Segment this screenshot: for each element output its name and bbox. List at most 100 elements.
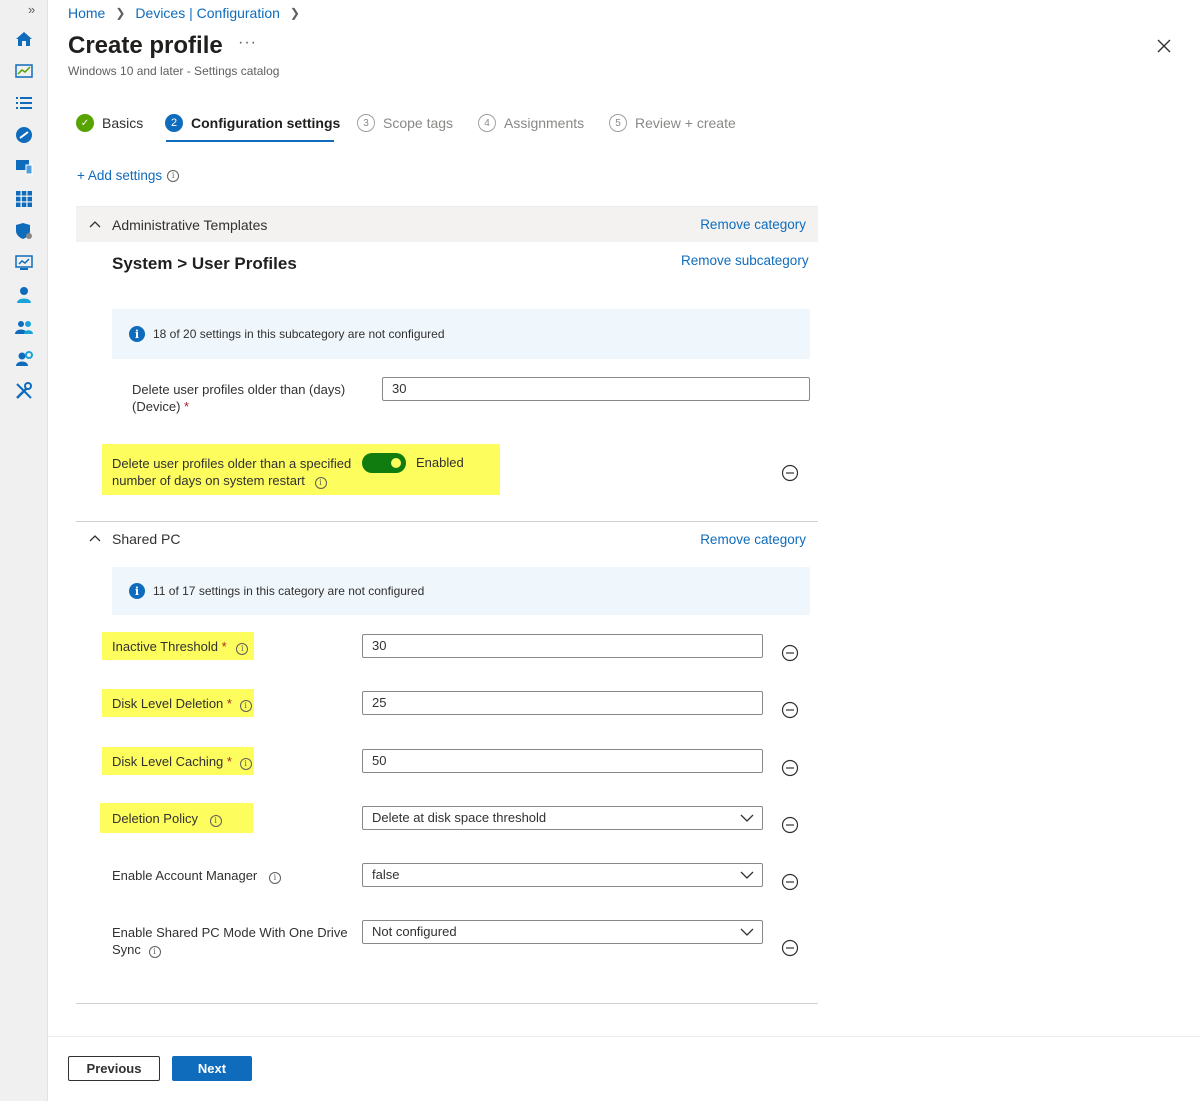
info-icon[interactable]: i (239, 757, 252, 770)
label-line: Delete user profiles older than (days) (132, 382, 346, 397)
remove-setting-icon[interactable] (781, 464, 799, 482)
required-marker: * (226, 696, 232, 711)
info-icon[interactable]: i (268, 871, 281, 884)
info-icon[interactable]: i (314, 476, 327, 489)
inactive-threshold-input[interactable]: 30 (362, 634, 763, 658)
apps-icon[interactable] (14, 157, 34, 177)
setting-label-delete-on-restart: Delete user profiles older than a specif… (112, 455, 351, 489)
label-text: Deletion Policy (112, 811, 198, 826)
shared-pc-onedrive-sync-dropdown[interactable]: Not configured (362, 920, 763, 944)
label-line: Sync (112, 942, 141, 957)
all-services-icon[interactable] (14, 93, 34, 113)
disk-level-deletion-input[interactable]: 25 (362, 691, 763, 715)
breadcrumb-chevron-icon: ❯ (289, 6, 300, 20)
delete-older-than-input[interactable]: 30 (382, 377, 810, 401)
subcategory-child: User Profiles (191, 254, 297, 273)
active-step-underline (166, 140, 334, 142)
category-header-shared-pc[interactable]: Shared PC Remove category (76, 521, 818, 557)
disk-level-caching-input[interactable]: 50 (362, 749, 763, 773)
breadcrumb-devices-configuration[interactable]: Devices | Configuration (135, 5, 279, 21)
toggle-state-label: Enabled (416, 455, 464, 470)
subcategory-parent: System (112, 254, 173, 273)
chevron-up-icon[interactable] (88, 531, 102, 545)
setting-label-delete-older-than: Delete user profiles older than (days) (… (132, 381, 345, 415)
step-basics[interactable]: ✓ Basics (76, 114, 143, 132)
subcategory-separator: > (177, 254, 188, 273)
category-header-administrative-templates[interactable]: Administrative Templates Remove category (76, 206, 818, 242)
setting-label-disk-level-deletion: Disk Level Deletion * i (112, 695, 252, 712)
dropdown-value: Not configured (372, 924, 457, 939)
step-number: 5 (609, 114, 627, 132)
home-icon[interactable] (14, 29, 34, 49)
step-review-create[interactable]: 5 Review + create (609, 114, 736, 132)
label-line: Delete user profiles older than a specif… (112, 456, 352, 471)
step-label: Assignments (504, 115, 585, 131)
remove-category-link[interactable]: Remove category (700, 532, 806, 547)
step-number: 2 (165, 114, 183, 132)
remove-setting-icon[interactable] (781, 816, 799, 834)
required-marker: * (184, 399, 190, 414)
setting-label-disk-level-caching: Disk Level Caching * i (112, 753, 252, 770)
expand-nav-icon[interactable]: » (28, 2, 35, 17)
more-options-icon[interactable]: ··· (238, 34, 257, 52)
checkmark-icon: ✓ (76, 114, 94, 132)
info-banner-text: 18 of 20 settings in this subcategory ar… (153, 327, 445, 341)
groups-icon[interactable] (14, 317, 34, 337)
reports-icon[interactable] (14, 253, 34, 273)
left-nav-rail: » (0, 0, 48, 1101)
label-text: Enable Account Manager (112, 868, 258, 883)
setting-label-inactive-threshold: Inactive Threshold * i (112, 638, 249, 655)
next-button[interactable]: Next (172, 1056, 252, 1081)
step-label: Scope tags (383, 115, 454, 131)
step-label: Configuration settings (191, 115, 341, 131)
remove-setting-icon[interactable] (781, 644, 799, 662)
required-marker: * (226, 754, 232, 769)
info-icon: i (129, 326, 145, 342)
toggle-knob (391, 458, 401, 468)
dropdown-value: Delete at disk space threshold (372, 810, 547, 825)
chevron-up-icon[interactable] (88, 217, 102, 231)
remove-setting-icon[interactable] (781, 939, 799, 957)
subcategory-title: System > User Profiles (112, 254, 297, 274)
users-icon[interactable] (14, 285, 34, 305)
enable-account-manager-dropdown[interactable]: false (362, 863, 763, 887)
endpoint-security-icon[interactable] (14, 221, 34, 241)
footer-divider (48, 1036, 1200, 1037)
remove-subcategory-link[interactable]: Remove subcategory (681, 253, 809, 268)
step-assignments[interactable]: 4 Assignments (478, 114, 584, 132)
remove-category-link[interactable]: Remove category (700, 217, 806, 232)
label-line: Enable Shared PC Mode With One Drive (112, 925, 348, 940)
info-banner: i 18 of 20 settings in this subcategory … (112, 309, 810, 359)
info-icon[interactable]: i (148, 945, 161, 958)
info-icon[interactable]: i (239, 699, 252, 712)
add-settings-link[interactable]: + Add settings i (77, 168, 180, 183)
add-settings-label: + Add settings (77, 168, 163, 183)
close-icon[interactable] (1154, 36, 1174, 56)
info-icon[interactable]: i (236, 642, 249, 655)
step-label: Basics (102, 115, 144, 131)
setting-label-shared-pc-onedrive-sync: Enable Shared PC Mode With One Drive Syn… (112, 924, 348, 958)
grid-icon[interactable] (14, 189, 34, 209)
devices-icon[interactable] (14, 125, 34, 145)
delete-on-restart-toggle[interactable] (362, 453, 406, 473)
step-scope-tags[interactable]: 3 Scope tags (357, 114, 453, 132)
category-name: Administrative Templates (112, 216, 268, 233)
info-icon[interactable]: i (209, 814, 222, 827)
previous-button[interactable]: Previous (68, 1056, 160, 1081)
info-icon[interactable]: i (167, 169, 180, 182)
label-text: Inactive Threshold (112, 639, 218, 654)
label-line: number of days on system restart (112, 473, 305, 488)
step-configuration-settings[interactable]: 2 Configuration settings (165, 114, 340, 132)
dashboard-icon[interactable] (14, 61, 34, 81)
remove-setting-icon[interactable] (781, 759, 799, 777)
breadcrumb-home[interactable]: Home (68, 5, 105, 21)
deletion-policy-dropdown[interactable]: Delete at disk space threshold (362, 806, 763, 830)
troubleshooting-icon[interactable] (14, 381, 34, 401)
category-name: Shared PC (112, 531, 181, 547)
info-banner: i 11 of 17 settings in this category are… (112, 567, 810, 615)
label-text: Disk Level Caching (112, 754, 224, 769)
category-divider (76, 1003, 818, 1004)
tenant-admin-icon[interactable] (14, 349, 34, 369)
remove-setting-icon[interactable] (781, 873, 799, 891)
remove-setting-icon[interactable] (781, 701, 799, 719)
